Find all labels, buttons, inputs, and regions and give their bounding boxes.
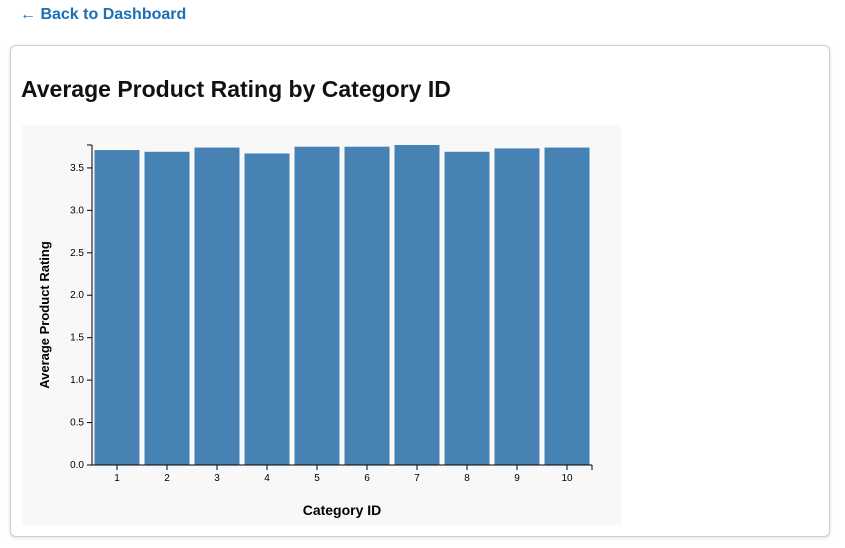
y-tick-label: 2.0 (70, 290, 84, 301)
x-tick-label: 8 (464, 473, 470, 484)
bar-category-7 (394, 145, 440, 465)
x-tick-label: 9 (514, 473, 520, 484)
bar-category-2 (144, 151, 190, 465)
x-tick-label: 1 (114, 473, 120, 484)
x-tick-label: 3 (214, 473, 220, 484)
x-tick-label: 4 (264, 473, 270, 484)
x-tick-label: 2 (164, 473, 170, 484)
y-tick-label: 2.5 (70, 248, 84, 259)
y-tick-label: 0.5 (70, 418, 84, 429)
chart-container: 0.0 0.5 1.0 1.5 2.0 2.5 3.0 3.5 1 2 3 4 5 6 7 8 9 10 Cat… (22, 125, 622, 525)
bar-category-5 (294, 146, 340, 465)
y-tick-label: 3.0 (70, 205, 84, 216)
bars-group (94, 145, 590, 465)
y-tick-label: 3.5 (70, 163, 84, 174)
chart-title: Average Product Rating by Category ID (21, 76, 451, 102)
bar-category-3 (194, 147, 240, 465)
bar-category-6 (344, 146, 390, 465)
x-tick-label: 10 (561, 473, 573, 484)
y-tick-label: 1.0 (70, 375, 84, 386)
bar-category-10 (544, 147, 590, 465)
x-tick-label: 6 (364, 473, 370, 484)
back-to-dashboard-link[interactable]: ← Back to Dashboard (20, 6, 186, 24)
x-axis-ticks: 1 2 3 4 5 6 7 8 9 10 (114, 465, 593, 484)
bar-chart: 0.0 0.5 1.0 1.5 2.0 2.5 3.0 3.5 1 2 3 4 5 6 7 8 9 10 Cat… (37, 144, 593, 518)
chart-card: Average Product Rating by Category ID 0.… (10, 45, 830, 537)
x-tick-label: 5 (314, 473, 320, 484)
y-axis-ticks: 0.0 0.5 1.0 1.5 2.0 2.5 3.0 3.5 (70, 144, 92, 471)
bar-category-1 (94, 150, 140, 465)
x-axis-label: Category ID (303, 502, 382, 518)
bar-category-4 (244, 153, 290, 465)
bar-category-9 (494, 148, 540, 465)
y-tick-label: 0.0 (70, 460, 84, 471)
bar-category-8 (444, 151, 490, 465)
x-tick-label: 7 (414, 473, 420, 484)
y-tick-label: 1.5 (70, 333, 84, 344)
y-axis-label: Average Product Rating (37, 241, 52, 389)
